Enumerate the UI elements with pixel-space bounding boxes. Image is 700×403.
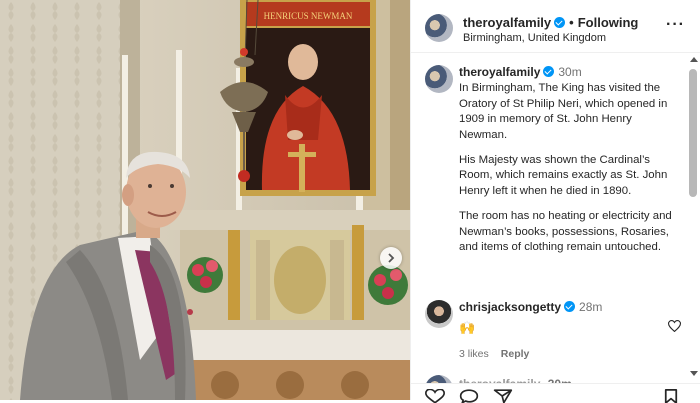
like-heart-icon[interactable]	[425, 389, 445, 403]
likes-count[interactable]: 3 likes	[459, 348, 489, 360]
follow-status-button[interactable]: Following	[578, 15, 639, 30]
separator-dot: •	[569, 15, 574, 30]
comment-body: chrisjacksongetty 28m 🙌 3 likes Reply	[459, 300, 659, 360]
avatar[interactable]	[425, 300, 453, 328]
post-header: theroyalfamily • Following Birmingham, Uni…	[411, 0, 700, 53]
post-side-panel: theroyalfamily • Following Birmingham, Uni…	[410, 0, 700, 403]
save-bookmark-icon[interactable]	[663, 389, 679, 403]
verified-badge-icon	[564, 301, 576, 312]
post-photo-illustration: HENRICUS NEWMAN	[0, 0, 410, 400]
caption-paragraph-2: His Majesty was shown the Cardinal’s Roo…	[459, 154, 668, 197]
scroll-down-arrow-icon[interactable]	[690, 371, 698, 376]
share-icon[interactable]	[493, 389, 513, 403]
avatar[interactable]	[425, 14, 453, 42]
next-image-button[interactable]	[380, 247, 402, 269]
reply-button[interactable]: Reply	[501, 348, 530, 360]
comments-scrollbar[interactable]	[687, 53, 699, 383]
avatar[interactable]	[425, 375, 453, 383]
comment-time: 28m	[579, 300, 603, 314]
more-options-icon[interactable]: ···	[666, 16, 685, 34]
caption-username[interactable]: theroyalfamily	[459, 65, 540, 79]
post-photo: HENRICUS NEWMAN	[0, 0, 410, 400]
comments-section: theroyalfamily 30m In Birmingham, The Kin…	[411, 53, 685, 383]
header-username[interactable]: theroyalfamily	[463, 15, 551, 30]
painting-title: HENRICUS NEWMAN	[264, 11, 353, 21]
comment-text: 🙌	[459, 320, 476, 336]
comment-meta: 3 likes Reply	[459, 348, 659, 360]
header-user-line: theroyalfamily • Following	[463, 15, 638, 30]
scrollbar-thumb[interactable]	[689, 69, 697, 197]
caption-header: theroyalfamily 30m	[459, 65, 681, 81]
verified-badge-icon	[543, 66, 555, 77]
scroll-up-arrow-icon[interactable]	[690, 57, 698, 62]
caption-body: theroyalfamily 30m In Birmingham, The Kin…	[459, 65, 681, 265]
caption-time: 30m	[558, 65, 582, 79]
caption-paragraph-1: In Birmingham, The King has visited the …	[459, 82, 668, 141]
instagram-post-modal: HENRICUS NEWMAN theroyalfamily • Followi…	[0, 0, 700, 403]
comment-header: chrisjacksongetty 28m	[459, 300, 659, 316]
comment-username[interactable]: chrisjacksongetty	[459, 300, 561, 314]
location-link[interactable]: Birmingham, United Kingdom	[463, 32, 606, 44]
avatar[interactable]	[425, 65, 453, 93]
chevron-right-icon	[388, 253, 395, 263]
comment-icon[interactable]	[459, 389, 479, 403]
verified-badge-icon	[554, 17, 566, 28]
post-actions-bar	[411, 383, 700, 403]
caption-paragraph-3: The room has no heating or electricity a…	[459, 210, 672, 254]
heart-icon[interactable]	[668, 320, 681, 332]
